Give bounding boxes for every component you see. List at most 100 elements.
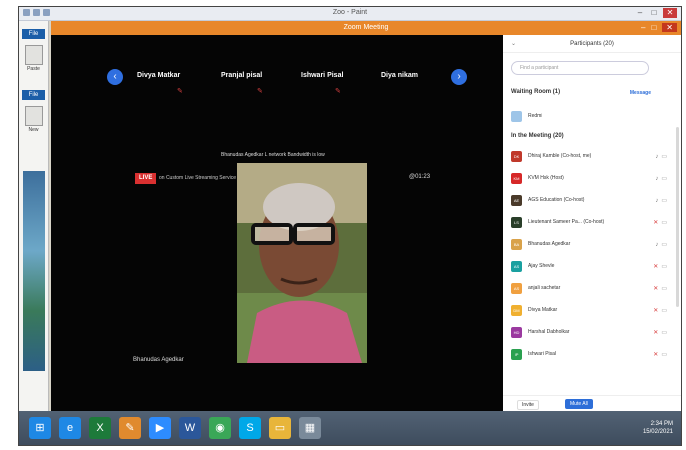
participant-name: Dhiraj Kamble (Co-host, me) [528, 153, 592, 159]
participant-status-icons: ✕ ▭ [653, 285, 667, 292]
mic-on-icon[interactable]: ♪ [655, 198, 658, 204]
active-speaker-video[interactable] [237, 163, 367, 363]
participant-status-icons: ✕ ▭ [653, 351, 667, 358]
paint-title-bar: Zoo - Paint – □ ✕ [19, 7, 681, 21]
participant-row[interactable]: IP Ishwari Pisal ✕ ▭ [511, 347, 667, 361]
participant-row[interactable]: DM Divya Matkar ✕ ▭ [511, 303, 667, 317]
avatar [511, 110, 522, 122]
mic-muted-icon[interactable]: ✕ [653, 264, 658, 270]
avatar: AS [511, 282, 522, 294]
mic-muted-icon[interactable]: ✕ [653, 286, 658, 292]
camera-icon[interactable]: ▭ [661, 330, 667, 336]
avatar: KM [511, 172, 522, 184]
mic-muted-icon[interactable]: ✕ [653, 352, 658, 358]
participant-status-icons: ♪ ▭ [655, 241, 667, 248]
camera-icon[interactable]: ▭ [661, 352, 667, 358]
word-icon[interactable]: W [179, 417, 201, 439]
file-explorer-icon[interactable]: ▭ [269, 417, 291, 439]
participant-row[interactable]: DK Dhiraj Kamble (Co-host, me) ♪ ▭ [511, 149, 667, 163]
avatar: DK [511, 150, 522, 162]
clock-date: 15/02/2021 [642, 429, 673, 435]
waiting-participant[interactable]: Redmi [511, 109, 542, 123]
gallery-strip: ‹ Divya Matkar Pranjal pisal Ishwari Pis… [107, 67, 467, 97]
participants-title: Participants (20) [570, 41, 614, 47]
camera-icon[interactable]: ▭ [661, 308, 667, 314]
paint-ribbon-fragment: File Paste File New [19, 21, 49, 411]
paint-file-tab[interactable]: File [22, 29, 45, 39]
app-icon[interactable]: ▦ [299, 417, 321, 439]
chevron-right-icon[interactable]: › [451, 69, 467, 85]
mic-on-icon[interactable]: ♪ [655, 242, 658, 248]
paint-file-tab-2[interactable]: File [22, 90, 45, 100]
chrome-icon[interactable]: ◉ [209, 417, 231, 439]
zoom-maximize-icon[interactable]: □ [651, 23, 656, 32]
avatar: IP [511, 348, 522, 360]
mic-muted-icon[interactable]: ✕ [653, 330, 658, 336]
participant-name: Ishwari Pisal [528, 351, 557, 357]
internet-explorer-icon[interactable]: e [59, 417, 81, 439]
chevron-down-icon[interactable]: ⌄ [511, 35, 516, 53]
invite-button[interactable]: Invite [517, 400, 539, 410]
mic-muted-icon[interactable]: ✕ [653, 308, 658, 314]
zoom-title-bar: Zoom Meeting – □ ✕ [51, 21, 681, 35]
participant-status-icons: ✕ ▭ [653, 329, 667, 336]
mic-muted-icon[interactable]: ✕ [653, 220, 658, 226]
system-clock[interactable]: 2:34 PM 15/02/2021 [643, 420, 673, 436]
paint-icon[interactable]: ✎ [119, 417, 141, 439]
gallery-name: Diya nikam [381, 72, 418, 79]
participant-row[interactable]: HD Harshal Dabholkar ✕ ▭ [511, 325, 667, 339]
participant-name: Divya Matkar [528, 307, 558, 313]
gallery-name: Ishwari Pisal [301, 72, 344, 79]
participant-row[interactable]: AS anjali sachetar ✕ ▭ [511, 281, 667, 295]
camera-icon[interactable]: ▭ [661, 154, 667, 160]
zoom-minimize-icon[interactable]: – [641, 23, 645, 32]
camera-icon[interactable]: ▭ [661, 176, 667, 182]
participant-row[interactable]: KM KVM Hsk (Host) ♪ ▭ [511, 171, 667, 185]
waiting-room-header[interactable]: Waiting Room (1) [511, 89, 560, 95]
meeting-timer: @01:23 [409, 174, 431, 180]
camera-icon[interactable]: ▭ [661, 286, 667, 292]
mic-on-icon[interactable]: ♪ [655, 176, 658, 182]
maximize-icon[interactable]: □ [649, 8, 659, 18]
participant-name: Ajay Shevle [528, 263, 555, 269]
paste-label: Paste [27, 66, 40, 72]
bandwidth-warning: Bhanudas Agedkar L network Bandwidth is … [221, 152, 325, 158]
zoom-window-controls[interactable]: – □ ✕ [641, 23, 677, 32]
camera-icon[interactable]: ▭ [661, 264, 667, 270]
participant-status-icons: ✕ ▭ [653, 307, 667, 314]
close-icon[interactable]: ✕ [663, 8, 677, 18]
participant-name: KVM Hsk (Host) [528, 175, 564, 181]
avatar: AS [511, 260, 522, 272]
chevron-left-icon[interactable]: ‹ [107, 69, 123, 85]
minimize-icon[interactable]: – [635, 8, 645, 18]
participant-search-input[interactable]: Find a participant [511, 61, 649, 75]
paint-window-title: Zoo - Paint [332, 9, 368, 16]
active-speaker-name: Bhanudas Agedkar [133, 357, 184, 363]
camera-icon[interactable]: ▭ [661, 198, 667, 204]
paint-window-controls[interactable]: – □ ✕ [635, 8, 677, 18]
message-button[interactable]: Message [630, 90, 651, 96]
in-meeting-header[interactable]: In the Meeting (20) [511, 133, 564, 139]
zoom-close-icon[interactable]: ✕ [662, 23, 677, 32]
live-streaming-text: on Custom Live Streaming Service [159, 175, 236, 181]
skype-icon[interactable]: S [239, 417, 261, 439]
excel-icon[interactable]: X [89, 417, 111, 439]
windows-taskbar: ⊞ e X ✎ ▶ W ◉ S ▭ ▦ 2:34 PM 15/02/2021 [19, 411, 681, 445]
participant-status-icons: ♪ ▭ [655, 153, 667, 160]
participant-row[interactable]: LS Lieutenant Sameer Pa... (Co-host) ✕ ▭ [511, 215, 667, 229]
participant-list-scrollbar[interactable] [676, 127, 679, 307]
mic-on-icon[interactable]: ♪ [655, 154, 658, 160]
participant-row[interactable]: AE AGS Education (Co-host) ♪ ▭ [511, 193, 667, 207]
participant-row[interactable]: AS Ajay Shevle ✕ ▭ [511, 259, 667, 273]
participants-panel: ⌄ Participants (20) Find a participant W… [503, 35, 681, 413]
paste-icon[interactable] [24, 45, 43, 65]
windows-start-icon[interactable]: ⊞ [29, 417, 51, 439]
participant-name: Harshal Dabholkar [528, 329, 570, 335]
camera-icon[interactable]: ▭ [661, 242, 667, 248]
zoom-icon[interactable]: ▶ [149, 417, 171, 439]
participant-row[interactable]: BA Bhanudas Agedkar ♪ ▭ [511, 237, 667, 251]
mute-all-button[interactable]: Mute All [565, 399, 593, 409]
camera-icon[interactable]: ▭ [661, 220, 667, 226]
new-document-icon[interactable] [24, 106, 43, 126]
live-badge[interactable]: LIVE [135, 173, 157, 184]
